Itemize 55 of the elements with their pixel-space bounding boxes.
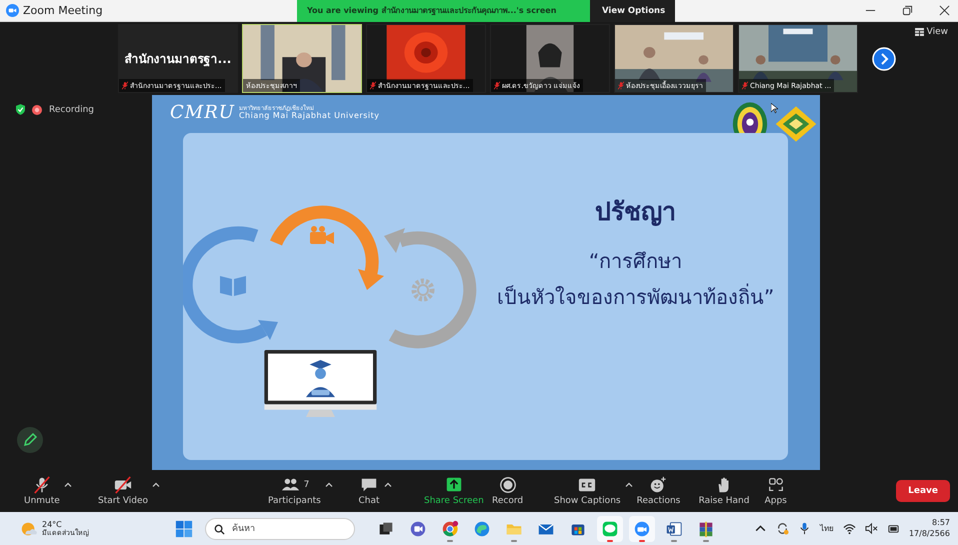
leave-button[interactable]: Leave	[896, 480, 950, 502]
caret-icon[interactable]	[64, 482, 72, 488]
university-name: Chiang Mai Rajabhat University	[238, 112, 380, 120]
captions-button[interactable]: Show Captions	[550, 476, 625, 506]
muted-mic-icon	[122, 81, 128, 90]
muted-mic-icon	[370, 81, 376, 90]
reactions-button[interactable]: Reactions	[632, 476, 684, 506]
mic-button[interactable]: Unmute	[20, 476, 64, 506]
participants-button[interactable]: 7 Participants	[264, 476, 325, 506]
chat-button[interactable]: Chat	[354, 476, 384, 506]
record-button[interactable]: Record	[488, 476, 528, 506]
caret-icon[interactable]	[624, 482, 633, 488]
view-options-button[interactable]: View Options	[590, 0, 675, 22]
apps-button[interactable]: Apps	[760, 476, 791, 506]
recording-icon	[32, 104, 42, 114]
video-button[interactable]: Start Video	[94, 476, 152, 506]
share-banner: You are viewing สำนักงานมาตรฐานและประกันคุณภาพ...'s screen	[297, 0, 590, 22]
next-page-icon[interactable]	[872, 46, 896, 70]
search-field[interactable]: ค้นหา	[205, 518, 355, 540]
annotate-pencil-icon[interactable]	[16, 426, 44, 454]
grid-icon	[914, 28, 924, 36]
share-button[interactable]: Share Screen	[420, 476, 488, 506]
temperature: 24°C	[42, 520, 63, 528]
caret-icon[interactable]	[324, 482, 333, 488]
slide-heading: ปรัชญา	[595, 196, 676, 228]
caret-icon[interactable]	[152, 482, 160, 488]
microphone-icon[interactable]	[798, 522, 811, 535]
muted-mic-icon	[618, 81, 624, 90]
speaker-muted-icon[interactable]	[864, 522, 878, 535]
video-camera-icon	[310, 226, 334, 244]
zoom-logo-icon	[6, 4, 19, 17]
window-title: Zoom Meeting	[23, 4, 103, 17]
brand-logo: CMRU	[170, 102, 235, 123]
caret-icon[interactable]	[384, 482, 392, 488]
gear-icon	[412, 278, 434, 302]
language-indicator[interactable]: ไทย	[820, 522, 834, 535]
clock[interactable]: 8:57 17/8/2566	[908, 518, 950, 539]
muted-mic-icon	[742, 81, 748, 90]
close-icon[interactable]	[939, 5, 950, 16]
book-icon	[220, 276, 246, 296]
wifi-icon[interactable]	[842, 522, 856, 535]
sync-icon[interactable]	[776, 522, 789, 535]
zoom-app-icon[interactable]	[629, 516, 655, 542]
cursor-icon	[771, 103, 778, 114]
recording-label: Recording	[49, 104, 94, 114]
view-button[interactable]: View	[908, 26, 954, 38]
muted-mic-icon	[494, 81, 500, 90]
weather-sun-icon	[20, 520, 38, 538]
start-icon[interactable]	[175, 520, 193, 538]
restore-icon[interactable]	[902, 5, 913, 16]
slide-quote: “การศึกษา	[588, 248, 682, 275]
participant-name: สำนักงานมาตรฐา...	[124, 51, 232, 68]
shield-icon	[16, 104, 25, 115]
slide-quote: เป็นหัวใจของการพัฒนาท้องถิ่น”	[496, 282, 774, 311]
hand-button[interactable]: Raise Hand	[694, 476, 754, 506]
